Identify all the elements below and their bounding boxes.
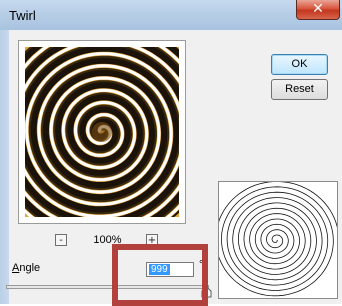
window-frame xyxy=(0,30,9,304)
twirl-dialog: Twirl ✕ - 100% + OK Reset Angle 999 ° xyxy=(0,0,342,306)
angle-label: Angle xyxy=(12,262,40,274)
twirl-grid-preview xyxy=(215,181,340,299)
angle-slider-track[interactable] xyxy=(6,285,209,289)
spiral-grid-image xyxy=(215,181,340,297)
dialog-title: Twirl xyxy=(9,8,36,23)
angle-value: 999 xyxy=(149,264,170,275)
angle-input[interactable]: 999 xyxy=(146,262,194,277)
degree-unit: ° xyxy=(199,259,204,271)
zoom-out-button[interactable]: - xyxy=(55,234,67,246)
twirl-preview-image xyxy=(25,47,179,217)
angle-slider-thumb[interactable] xyxy=(201,286,212,298)
zoom-in-button[interactable]: + xyxy=(146,234,158,246)
twirl-preview[interactable] xyxy=(18,40,186,224)
ok-button[interactable]: OK xyxy=(271,54,328,75)
zoom-level: 100% xyxy=(93,234,122,246)
title-bar: Twirl ✕ xyxy=(0,0,342,31)
close-button[interactable]: ✕ xyxy=(296,0,340,20)
angle-label-text: ngle xyxy=(19,262,41,274)
reset-button[interactable]: Reset xyxy=(271,79,328,100)
